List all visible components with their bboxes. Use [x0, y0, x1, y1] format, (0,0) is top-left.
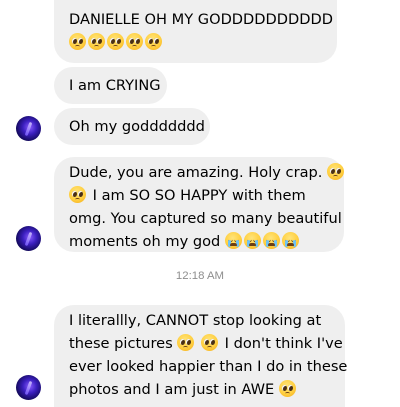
contact-avatar[interactable] [16, 375, 41, 400]
message-line: Dude, you are amazing. Holy crap. [69, 161, 345, 184]
message-text: Dude, you are amazing. Holy crap. [69, 164, 323, 181]
message-text: Oh my goddddddd [69, 118, 205, 135]
loudly-crying-face-icon [243, 232, 261, 249]
message-text: DANIELLE OH MY GODDDDDDDDDD [69, 11, 333, 28]
pleading-face-icon [145, 33, 162, 50]
message-line: I am SO SO HAPPY with them [69, 184, 329, 207]
message-text: omg. You captured so many beautiful [69, 210, 342, 227]
pleading-face-icon [327, 163, 345, 180]
message-bubble[interactable]: DANIELLE OH MY GODDDDDDDDDD [54, 0, 337, 63]
message-line: omg. You captured so many beautiful [69, 207, 342, 230]
message-line: ever looked happier than I do in these [69, 355, 347, 378]
pleading-face-icon [126, 33, 143, 50]
contact-avatar[interactable] [16, 116, 41, 141]
message-line: moments oh my god [69, 230, 329, 253]
pleading-face-icon [69, 33, 86, 50]
loudly-crying-face-icon [262, 232, 280, 249]
message-text: these pictures [69, 335, 173, 352]
loudly-crying-face-icon [281, 232, 299, 249]
message-bubble[interactable]: I am CRYING [54, 67, 167, 104]
message-text: moments oh my god [69, 233, 221, 250]
message-text: photos and I am just in AWE [69, 381, 275, 398]
message-line: I literallly, CANNOT stop looking at [69, 309, 330, 332]
message-text: I don't think I've [224, 335, 343, 352]
pleading-face-icon [88, 33, 105, 50]
loudly-crying-face-icon [224, 232, 242, 249]
message-bubble[interactable]: I literallly, CANNOT stop looking at the… [54, 305, 347, 407]
message-line: photos and I am just in AWE [69, 378, 330, 401]
message-text: ever looked happier than I do in these [69, 358, 348, 375]
message-text: I am CRYING [69, 77, 161, 94]
pleading-face-icon [69, 186, 86, 203]
pleading-face-icon [278, 380, 296, 397]
contact-avatar[interactable] [16, 226, 41, 251]
message-bubble[interactable]: Dude, you are amazing. Holy crap. I am S… [54, 157, 345, 253]
message-line: these pictures I don't think I've [69, 332, 343, 355]
message-bubble[interactable]: Oh my goddddddd [54, 108, 210, 145]
message-text: I am SO SO HAPPY with them [92, 187, 306, 204]
pleading-face-icon [177, 334, 195, 351]
message-timestamp: 12:18 AM [175, 270, 225, 282]
message-text: I literallly, CANNOT stop looking at [69, 312, 322, 329]
pleading-face-icon [201, 334, 219, 351]
pleading-face-icon [107, 33, 124, 50]
emoji-row [69, 31, 322, 54]
